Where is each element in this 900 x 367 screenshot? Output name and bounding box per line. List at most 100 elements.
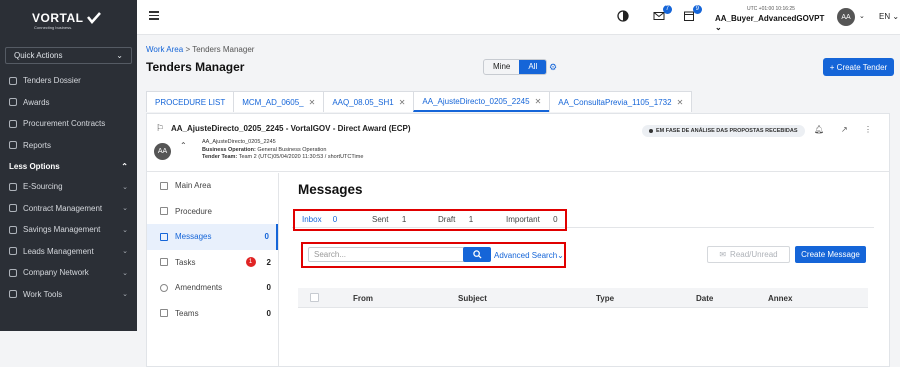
savings-icon: [9, 225, 17, 234]
tender-card: ⚐ AA_AjusteDirecto_0205_2245 - VortalGOV…: [146, 113, 890, 367]
messages-notification[interactable]: 7: [653, 5, 672, 22]
less-options-toggle[interactable]: Less Options ⌃: [0, 156, 137, 176]
gear-icon[interactable]: ⚙: [549, 62, 557, 73]
tab-ajuste-directo[interactable]: AA_AjusteDirecto_0205_2245 ✕: [413, 91, 551, 112]
create-tender-button[interactable]: + Create Tender: [823, 58, 894, 76]
sidebar-item-awards[interactable]: Awards: [0, 92, 137, 114]
sidebar-group-savings-management[interactable]: Savings Management ⌄: [0, 219, 137, 241]
envelope-open-icon: ✉: [719, 250, 727, 259]
select-all-checkbox[interactable]: [310, 293, 319, 302]
menu-collapse-icon[interactable]: [149, 11, 159, 21]
nav-tasks[interactable]: Tasks 1 2: [147, 250, 278, 276]
flag-icon[interactable]: ⚐: [156, 123, 164, 134]
nav-label: Teams: [175, 308, 199, 318]
chevron-down-icon[interactable]: ⌄: [859, 12, 865, 20]
tender-header: ⚐ AA_AjusteDirecto_0205_2245 - VortalGOV…: [147, 114, 889, 172]
pen-icon: [9, 119, 17, 128]
chevron-down-icon: ⌄: [122, 183, 128, 191]
sidebar-group-company-network[interactable]: Company Network ⌄: [0, 262, 137, 284]
tasks-icon: [160, 258, 168, 267]
nav-label: Tasks: [175, 257, 196, 267]
tab-label: PROCEDURE LIST: [155, 97, 226, 107]
contrast-toggle-icon[interactable]: [617, 10, 629, 22]
column-type[interactable]: Type: [596, 294, 614, 303]
cart-icon: [9, 182, 17, 191]
sidebar-item-label: Savings Management: [23, 225, 101, 235]
breadcrumb: Work Area > Tenders Manager: [146, 45, 254, 54]
column-subject[interactable]: Subject: [458, 294, 487, 303]
brand-name: VORTAL: [32, 10, 84, 25]
close-icon[interactable]: ✕: [677, 98, 684, 107]
sidebar-item-tenders-dossier[interactable]: Tenders Dossier: [0, 70, 137, 92]
nav-main-area[interactable]: Main Area: [147, 173, 278, 199]
tab-label: AA_ConsultaPrevia_1105_1732: [558, 97, 672, 107]
quick-actions-label: Quick Actions: [14, 51, 63, 60]
sidebar-group-e-sourcing[interactable]: E-Sourcing ⌄: [0, 176, 137, 198]
column-date[interactable]: Date: [696, 294, 713, 303]
status-badge: EM FASE DE ANÁLISE DAS PROPOSTAS RECEBID…: [642, 125, 805, 137]
sidebar-item-procurement-contracts[interactable]: Procurement Contracts: [0, 113, 137, 135]
trophy-icon: [9, 98, 17, 107]
read-unread-button[interactable]: ✉ Read/Unread: [707, 246, 790, 263]
tab-label: AA_AjusteDirecto_0205_2245: [422, 96, 530, 106]
tab-aaq[interactable]: AAQ_08.05_SH1 ✕: [323, 91, 415, 112]
nav-messages[interactable]: Messages 0: [147, 224, 278, 250]
nav-teams[interactable]: Teams 0: [147, 301, 278, 327]
calendar-notification[interactable]: 9: [683, 5, 702, 22]
toggle-mine[interactable]: Mine: [484, 60, 519, 74]
avatar[interactable]: AA: [837, 8, 855, 26]
tab-procedure-list[interactable]: PROCEDURE LIST: [146, 91, 235, 112]
more-options-icon[interactable]: ⋮: [864, 125, 872, 134]
nav-label: Amendments: [175, 283, 223, 293]
envelope-icon: [160, 232, 168, 241]
breadcrumb-work-area[interactable]: Work Area: [146, 45, 183, 54]
tab-mcm-ad[interactable]: MCM_AD_0605_ ✕: [233, 91, 325, 112]
chevron-up-icon: ⌃: [121, 161, 128, 171]
document-icon: [160, 207, 168, 216]
close-icon[interactable]: ✕: [535, 97, 542, 106]
close-icon[interactable]: ✕: [399, 98, 406, 107]
column-from[interactable]: From: [353, 294, 373, 303]
sidebar-item-reports[interactable]: Reports: [0, 135, 137, 157]
nav-label: Procedure: [175, 206, 212, 216]
column-annex[interactable]: Annex: [768, 294, 792, 303]
chevron-down-icon: ⌄: [122, 248, 128, 256]
nav-count: 2: [266, 257, 271, 267]
teams-icon: [160, 309, 168, 318]
breadcrumb-current: Tenders Manager: [192, 45, 255, 54]
tab-consulta-previa[interactable]: AA_ConsultaPrevia_1105_1732 ✕: [549, 91, 693, 112]
bell-icon[interactable]: 🔔︎: [814, 125, 824, 134]
highlight-box-search: [301, 242, 566, 268]
quick-actions-select[interactable]: Quick Actions ⌄: [5, 47, 132, 64]
sidebar-group-contract-management[interactable]: Contract Management ⌄: [0, 198, 137, 220]
chevron-up-icon[interactable]: ⌃: [180, 141, 187, 150]
chevron-down-icon: ⌄: [122, 205, 128, 213]
nav-label: Messages: [175, 232, 212, 242]
read-unread-label: Read/Unread: [730, 250, 778, 259]
close-icon[interactable]: ✕: [309, 98, 316, 107]
nav-count: 0: [266, 283, 271, 293]
network-icon: [9, 268, 17, 277]
logo-check-icon: [87, 11, 102, 24]
contract-icon: [9, 204, 17, 213]
user-menu[interactable]: UTC +01:00 10:16:25 AA_Buyer_AdvancedGOV…: [715, 6, 827, 32]
sidebar-group-leads-management[interactable]: Leads Management ⌄: [0, 241, 137, 263]
meta-label: Business Operation:: [202, 146, 256, 153]
sidebar-item-label: E-Sourcing: [23, 182, 63, 192]
sidebar-group-work-tools[interactable]: Work Tools ⌄: [0, 284, 137, 306]
logo[interactable]: VORTAL Connecting business.: [0, 0, 137, 40]
tab-label: AAQ_08.05_SH1: [332, 97, 394, 107]
toggle-all[interactable]: All: [519, 60, 547, 74]
report-icon: [9, 141, 17, 150]
leads-icon: [9, 247, 17, 256]
sidebar-item-label: Work Tools: [23, 289, 63, 299]
nav-amendments[interactable]: Amendments 0: [147, 275, 278, 301]
nav-procedure[interactable]: Procedure: [147, 199, 278, 225]
external-link-icon[interactable]: ↗: [841, 125, 848, 134]
language-select[interactable]: EN ⌄: [879, 12, 899, 21]
create-message-button[interactable]: Create Message: [795, 246, 866, 263]
tender-tabs: PROCEDURE LIST MCM_AD_0605_ ✕ AAQ_08.05_S…: [146, 91, 693, 112]
sidebar-item-label: Procurement Contracts: [23, 119, 106, 129]
chevron-down-icon: ⌄: [122, 291, 128, 299]
tools-icon: [9, 290, 17, 299]
